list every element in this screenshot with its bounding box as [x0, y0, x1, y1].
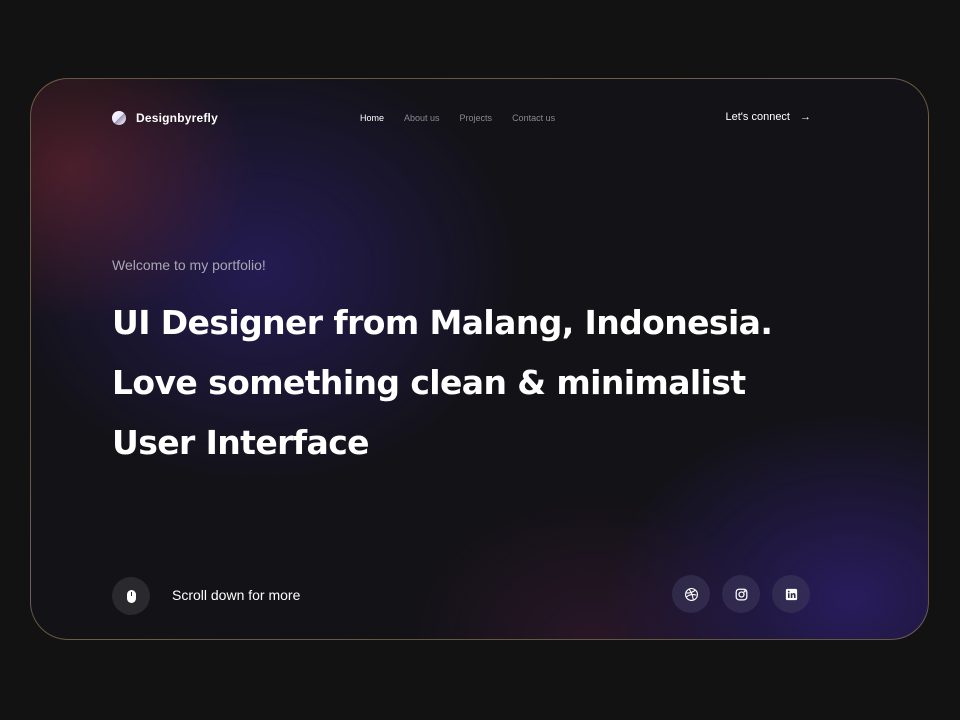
dribbble-button[interactable]	[672, 575, 710, 613]
half-circle-logo-icon	[112, 111, 126, 125]
lets-connect-button[interactable]: Let's connect →	[726, 111, 811, 123]
nav-link-home[interactable]: Home	[360, 113, 384, 123]
brand-name: Designbyrefly	[136, 111, 218, 125]
headline-line: Love something clean & minimalist	[112, 363, 746, 402]
mouse-icon	[126, 589, 136, 603]
hero-headline: UI Designer from Malang, Indonesia. Love…	[112, 293, 773, 473]
hero-card: Designbyrefly Home About us Projects Con…	[30, 78, 929, 640]
social-links	[672, 575, 810, 613]
nav-link-contact-us[interactable]: Contact us	[512, 113, 555, 123]
lets-connect-label: Let's connect	[725, 111, 790, 123]
nav-link-about-us[interactable]: About us	[404, 113, 440, 123]
headline-line: UI Designer from Malang, Indonesia.	[112, 303, 773, 342]
instagram-button[interactable]	[722, 575, 760, 613]
welcome-text: Welcome to my portfolio!	[112, 257, 266, 273]
nav-link-projects[interactable]: Projects	[460, 113, 493, 123]
instagram-icon	[735, 588, 747, 600]
main-nav: Home About us Projects Contact us	[360, 113, 555, 123]
scroll-down-label: Scroll down for more	[172, 587, 301, 603]
arrow-right-icon: →	[800, 111, 811, 123]
dribbble-icon	[684, 587, 698, 601]
scroll-down-button[interactable]	[112, 577, 150, 615]
brand-logo[interactable]: Designbyrefly	[112, 111, 218, 125]
linkedin-button[interactable]	[772, 575, 810, 613]
linkedin-icon	[785, 588, 797, 600]
headline-line: User Interface	[112, 423, 370, 462]
